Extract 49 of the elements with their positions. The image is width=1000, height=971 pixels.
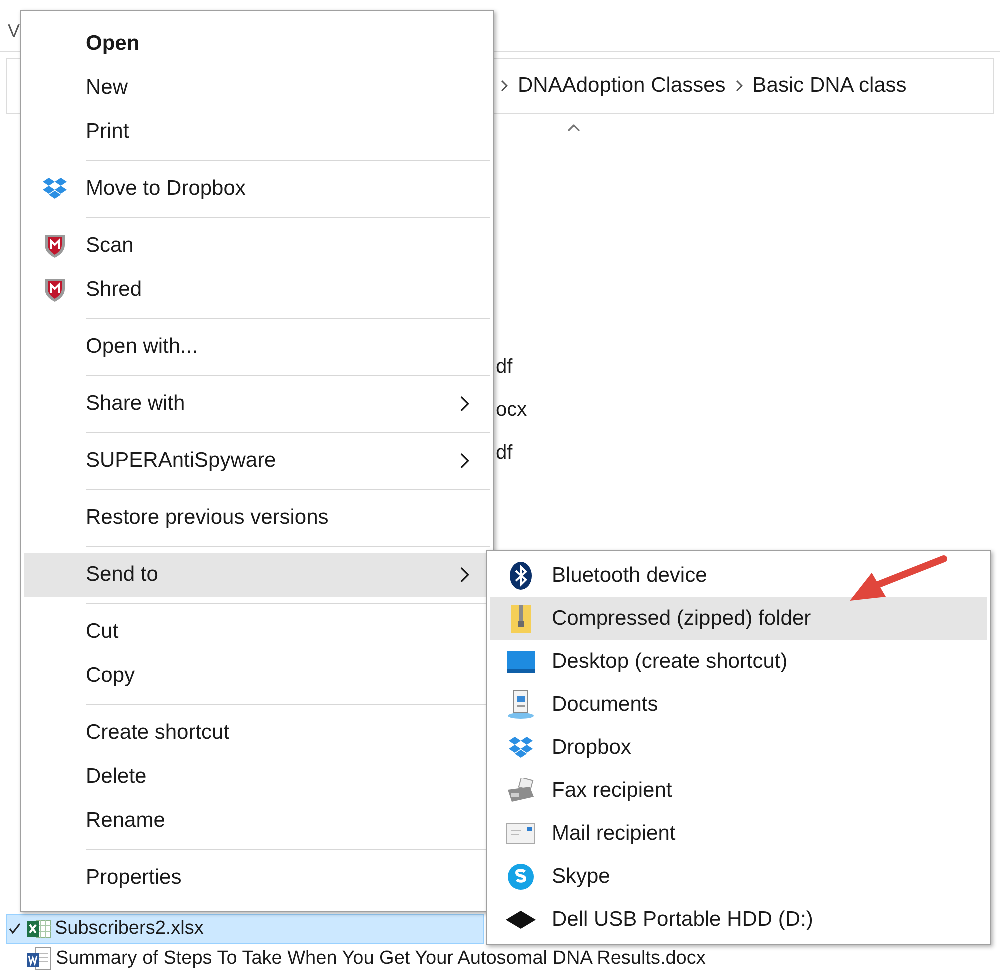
- menu-item[interactable]: Dropbox: [490, 726, 987, 769]
- menu-item[interactable]: Create shortcut: [24, 711, 490, 755]
- bluetooth-icon: [509, 560, 533, 590]
- zip-folder-icon: [510, 604, 532, 634]
- menu-item[interactable]: Delete: [24, 755, 490, 799]
- menu-item[interactable]: Dell USB Portable HDD (D:): [490, 898, 987, 941]
- checkbox[interactable]: [7, 921, 23, 937]
- menu-item[interactable]: Shred: [24, 268, 490, 312]
- file-name: ocx: [496, 398, 528, 423]
- spreadsheet-icon: [27, 920, 51, 938]
- dropbox-icon: [508, 736, 534, 760]
- menu-item[interactable]: Print: [24, 110, 490, 154]
- menu-item[interactable]: SUPERAntiSpyware: [24, 439, 490, 483]
- shield-icon: [43, 277, 67, 303]
- menu-item[interactable]: Open: [24, 22, 490, 66]
- file-row[interactable]: Subscribers2.xlsx: [6, 914, 484, 944]
- file-name: df: [496, 441, 514, 466]
- menu-item[interactable]: Copy: [24, 654, 490, 698]
- menu-item[interactable]: Restore previous versions: [24, 496, 490, 540]
- menu-item[interactable]: Documents: [490, 683, 987, 726]
- menu-item[interactable]: Scan: [24, 224, 490, 268]
- drive-icon: [505, 910, 537, 930]
- file-name: df: [496, 355, 514, 380]
- menu-item[interactable]: Share with: [24, 382, 490, 426]
- desktop-icon: [506, 650, 536, 674]
- file-name: Subscribers2.xlsx: [55, 916, 204, 941]
- menu-item[interactable]: Rename: [24, 799, 490, 843]
- menu-item[interactable]: Fax recipient: [490, 769, 987, 812]
- menu-item[interactable]: Move to Dropbox: [24, 167, 490, 211]
- menu-item[interactable]: Open with...: [24, 325, 490, 369]
- menu-item[interactable]: Skype: [490, 855, 987, 898]
- menu-item[interactable]: Mail recipient: [490, 812, 987, 855]
- dropbox-icon: [42, 177, 68, 201]
- breadcrumb-item[interactable]: DNAAdoption Classes: [518, 70, 726, 102]
- breadcrumb-item[interactable]: Basic DNA class: [752, 70, 907, 102]
- menu-item[interactable]: Compressed (zipped) folder: [490, 597, 987, 640]
- fax-machine-icon: [506, 778, 536, 804]
- menu-item[interactable]: Desktop (create shortcut): [490, 640, 987, 683]
- shield-icon: [43, 233, 67, 259]
- menu-item[interactable]: Bluetooth device: [490, 554, 987, 597]
- skype-icon: [507, 862, 535, 890]
- chevron-right-icon: [736, 80, 743, 92]
- chevron-right-icon: [501, 80, 508, 92]
- menu-item[interactable]: Properties: [24, 856, 490, 900]
- toolbar-label: V: [8, 21, 20, 41]
- document-icon: [507, 690, 535, 720]
- envelope-icon: [506, 822, 536, 844]
- menu-item[interactable]: New: [24, 66, 490, 110]
- menu-item[interactable]: Cut: [24, 610, 490, 654]
